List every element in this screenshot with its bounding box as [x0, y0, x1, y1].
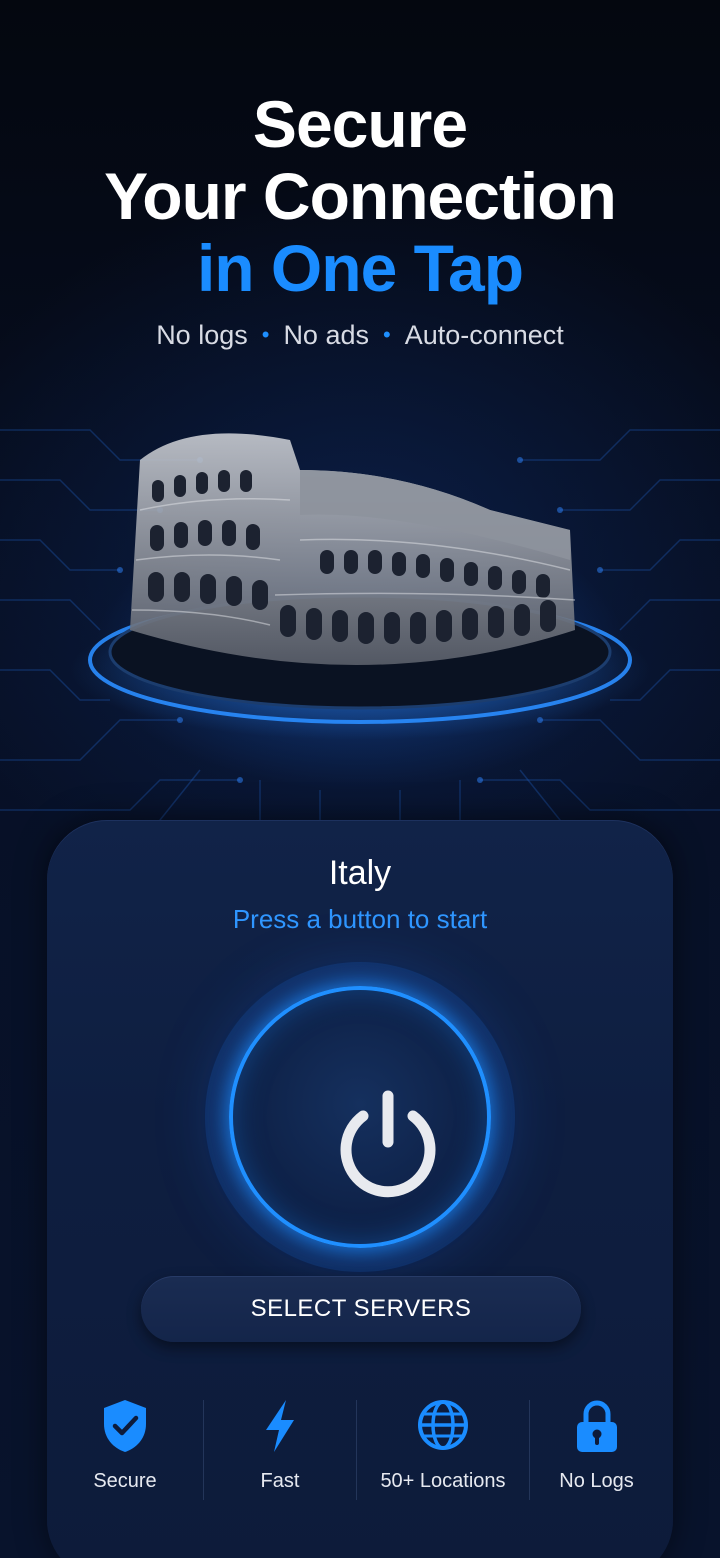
lightning-bolt-icon — [266, 1400, 294, 1452]
hero-title-line-2: Your Connection — [104, 159, 617, 233]
colosseum-illustration — [70, 433, 650, 740]
power-button[interactable] — [229, 986, 491, 1248]
shield-check-icon — [104, 1400, 146, 1452]
feature-secure: Secure — [47, 1390, 203, 1520]
feature-subtitle: No logs • No ads • Auto-connect — [0, 320, 720, 351]
feature-label-no-logs: No Logs — [559, 1470, 634, 1492]
power-icon — [340, 1090, 436, 1198]
subtitle-item-no-logs: No logs — [156, 320, 248, 350]
feature-label-secure: Secure — [93, 1470, 157, 1492]
feature-label-fast: Fast — [260, 1470, 300, 1492]
hero-title-line-3: in One Tap — [196, 231, 524, 305]
globe-icon — [418, 1400, 468, 1450]
hero-title-line-1: Secure — [252, 87, 468, 161]
feature-label-locations: 50+ Locations — [380, 1470, 506, 1492]
feature-no-logs: No Logs — [530, 1390, 663, 1520]
padlock-icon — [576, 1400, 617, 1452]
connect-hint: Press a button to start — [232, 904, 488, 934]
feature-fast: Fast — [204, 1390, 356, 1520]
select-servers-button[interactable]: SELECT SERVERS — [141, 1276, 581, 1342]
subtitle-separator: • — [261, 322, 270, 347]
selected-location: Italy — [328, 854, 392, 892]
power-button-container — [205, 962, 515, 1272]
hero-title: Secure Your Connection in One Tap — [0, 88, 720, 304]
subtitle-item-auto-connect: Auto-connect — [404, 320, 564, 350]
subtitle-item-no-ads: No ads — [283, 320, 369, 350]
feature-bar: Secure Fast 50+ Locations No Logs — [47, 1390, 673, 1520]
subtitle-separator: • — [383, 322, 391, 347]
feature-locations: 50+ Locations — [357, 1390, 529, 1520]
